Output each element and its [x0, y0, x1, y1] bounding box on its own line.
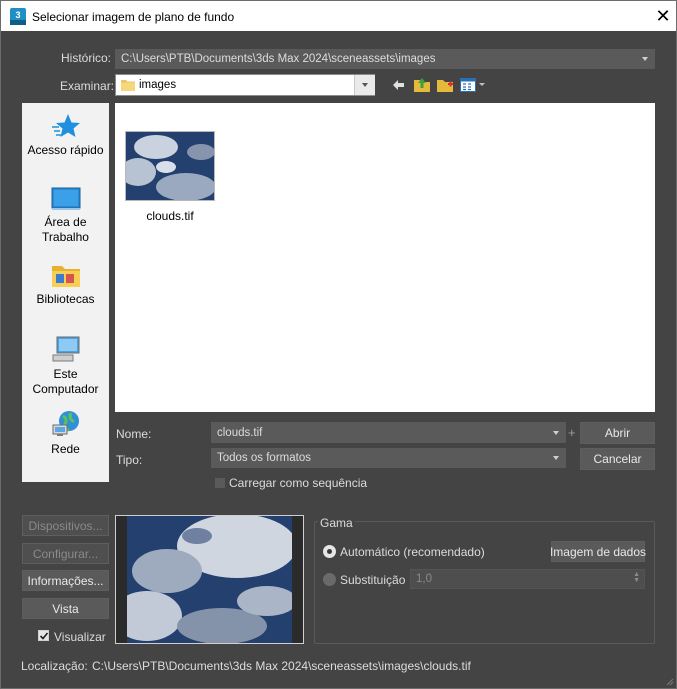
sidebar-item-label: Este — [53, 367, 78, 381]
window-title: Selecionar imagem de plano de fundo — [32, 10, 235, 24]
history-label: Histórico: — [61, 51, 112, 65]
gamma-automatic-radio[interactable] — [323, 545, 336, 558]
folder-icon — [121, 80, 135, 91]
sidebar-item-quick-access[interactable]: Acesso rápido — [22, 113, 109, 158]
history-combo[interactable]: C:\Users\PTB\Documents\3ds Max 2024\scen… — [115, 49, 655, 69]
name-value: clouds.tif — [217, 426, 263, 439]
sidebar-item-label: Trabalho — [42, 230, 89, 244]
close-icon[interactable]: ✕ — [653, 6, 673, 26]
gamma-automatic-label: Automático (recomendado) — [340, 545, 485, 559]
radio-dot-icon — [327, 549, 332, 554]
sequence-label: Carregar como sequência — [229, 476, 368, 490]
desktop-icon — [51, 187, 80, 210]
type-label: Tipo: — [116, 453, 143, 467]
browse-label: Examinar: — [60, 79, 115, 93]
sidebar-item-libraries[interactable]: Bibliotecas — [22, 262, 109, 307]
new-folder-icon[interactable] — [436, 76, 454, 93]
name-label: Nome: — [116, 427, 152, 441]
up-folder-icon[interactable] — [413, 76, 431, 93]
plus-icon[interactable]: + — [568, 425, 576, 440]
star-icon — [51, 114, 80, 137]
browse-combo[interactable]: images — [115, 74, 375, 96]
browse-dropdown-button[interactable] — [354, 75, 375, 95]
sidebar-item-label: Computador — [32, 382, 99, 396]
preview-image — [127, 516, 292, 643]
chevron-down-icon — [362, 83, 368, 87]
gamma-override-input[interactable]: 1,0 ▲ ▼ — [410, 569, 645, 589]
chevron-down-icon — [553, 456, 559, 460]
sidebar-item-label: Rede — [51, 442, 80, 456]
data-image-button[interactable]: Imagem de dados — [550, 541, 646, 562]
places-sidebar: Acesso rápido Área de Trabalho Bibliotec… — [22, 103, 109, 482]
name-input[interactable]: clouds.tif — [211, 422, 566, 443]
location-label: Localização: — [21, 659, 88, 673]
sequence-checkbox[interactable] — [215, 478, 225, 488]
checkmark-icon — [39, 632, 49, 640]
open-button[interactable]: Abrir — [580, 422, 655, 444]
file-item[interactable]: clouds.tif — [115, 103, 225, 228]
back-arrow-icon[interactable] — [393, 80, 404, 90]
preview-checkbox[interactable] — [38, 630, 49, 641]
cancel-button[interactable]: Cancelar — [580, 448, 655, 470]
gamma-override-value: 1,0 — [416, 573, 432, 585]
type-value: Todos os formatos — [217, 452, 311, 464]
title-bar: 3 Selecionar imagem de plano de fundo ✕ — [0, 0, 677, 31]
app-icon: 3 — [10, 8, 26, 25]
location-value: C:\Users\PTB\Documents\3ds Max 2024\scen… — [92, 659, 471, 673]
file-name-label: clouds.tif — [146, 209, 194, 223]
app-icon-text: 3 — [15, 10, 20, 20]
gamma-override-label: Substituição — [340, 573, 406, 587]
network-icon — [52, 411, 79, 436]
view-menu-icon[interactable] — [460, 77, 486, 93]
file-thumbnail — [125, 131, 215, 201]
spinner-icon[interactable]: ▲ ▼ — [633, 571, 640, 584]
info-button[interactable]: Informações... — [22, 570, 109, 591]
sidebar-item-network[interactable]: Rede — [22, 410, 109, 457]
type-select[interactable]: Todos os formatos — [211, 448, 566, 468]
configure-button[interactable]: Configurar... — [22, 543, 109, 564]
chevron-down-icon — [642, 57, 648, 61]
gamma-override-radio[interactable] — [323, 573, 336, 586]
sidebar-item-desktop[interactable]: Área de Trabalho — [22, 187, 109, 245]
browse-value: images — [139, 79, 177, 91]
sidebar-item-computer[interactable]: Este Computador — [22, 335, 109, 397]
sidebar-item-label: Área de — [44, 215, 87, 229]
sidebar-item-label: Bibliotecas — [36, 292, 95, 306]
view-button[interactable]: Vista — [22, 598, 109, 619]
libraries-icon — [51, 266, 80, 287]
resize-grip-icon[interactable] — [664, 676, 674, 686]
gamma-title: Gama — [318, 516, 355, 530]
history-value: C:\Users\PTB\Documents\3ds Max 2024\scen… — [121, 53, 436, 65]
chevron-down-icon — [553, 430, 559, 435]
sidebar-item-label: Acesso rápido — [27, 143, 104, 157]
computer-icon — [52, 336, 79, 362]
image-preview — [115, 515, 304, 644]
devices-button[interactable]: Dispositivos... — [22, 515, 109, 536]
file-list-pane: clouds.tif — [115, 103, 655, 412]
preview-label: Visualizar — [54, 630, 106, 644]
